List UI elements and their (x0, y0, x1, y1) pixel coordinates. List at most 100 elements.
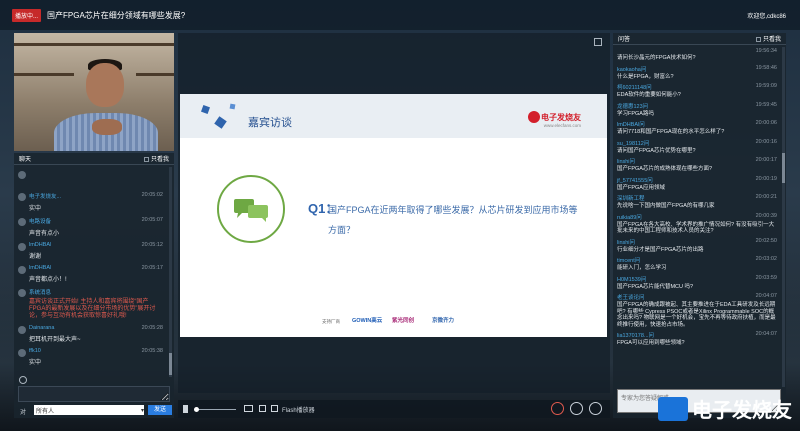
speaker-video[interactable] (14, 33, 174, 151)
camera-icon[interactable] (244, 405, 253, 412)
question-meta: 深圳新工程 20:00:21 (617, 194, 777, 202)
volume-slider[interactable] (196, 409, 236, 410)
chat-message-body: lmDHBAl 20:05:12 谢谢 (29, 242, 163, 260)
shelf (136, 73, 174, 76)
fullscreen-icon[interactable] (594, 38, 602, 46)
question-item: timcent问 20:03:02 能研入门，怎么学习 (613, 255, 780, 274)
settings-icon[interactable] (589, 402, 602, 415)
question-author[interactable]: 柯60211148问 (617, 83, 652, 91)
question-author[interactable]: lmDHBAl问 (617, 120, 645, 128)
qa-scrollbar-thumb[interactable] (782, 153, 785, 183)
chat-message-meta: 电路设备 20:05:07 (29, 217, 163, 225)
chat-message-meta: Dainarana 20:05:28 (29, 325, 163, 331)
chat-message-body: 电子发烧友... 20:05:02 实中 (29, 192, 163, 212)
chat-username[interactable]: lmDHBAl (29, 242, 51, 248)
question-author[interactable]: kaokaoha问 (617, 65, 646, 73)
top-bar: 播放中... 国产FPGA芯片在细分领域有哪些发展? 欢迎您,cdkc86 (0, 0, 800, 30)
chat-username[interactable]: 电路设备 (29, 217, 51, 225)
record-icon[interactable] (551, 402, 564, 415)
flash-icon[interactable] (271, 405, 278, 412)
question-timestamp: 20:00:21 (755, 194, 777, 200)
question-text: 学习FPGA路吗 (617, 110, 654, 117)
question-timestamp: 20:02:50 (755, 237, 777, 244)
question-author[interactable]: 老王谈论问 (617, 293, 645, 301)
question-item: 深圳新工程 20:00:21 先说啥一下国内做国产FPGA的有哪几家 (613, 193, 780, 212)
question-timestamp: 19:59:45 (755, 101, 777, 108)
question-author[interactable]: linshi问 (617, 157, 635, 165)
question-meta: H0M1539问 20:03:59 (617, 275, 777, 283)
brand-name: 电子发烧友 (541, 113, 581, 122)
emoji-icon[interactable] (19, 376, 27, 384)
question-item: 龙德惠123问 19:59:45 学习FPGA路吗 (613, 101, 780, 120)
chat-timestamp: 20:05:12 (141, 242, 163, 248)
only-mine-label: 只看我 (150, 157, 169, 163)
question-author[interactable]: linshi问 (617, 238, 635, 246)
chat-username[interactable]: 系统消息 (29, 288, 51, 296)
chat-message: 电路设备 20:05:07 声音有点小 (14, 214, 167, 239)
player-controls: Flash播放器 (178, 400, 610, 418)
question-author[interactable]: ruikia89问 (617, 213, 642, 221)
question-text: 行业细分才是国产FPGA芯片的出路 (617, 246, 704, 253)
chat-scrollbar-thumb[interactable] (169, 353, 172, 375)
share-icon[interactable] (570, 402, 583, 415)
checkbox-icon[interactable] (143, 157, 149, 162)
question-text: 国产FPGA应用领域 (617, 184, 665, 191)
chat-username[interactable]: Dainarana (29, 325, 54, 331)
chat-scrollbar[interactable] (169, 167, 172, 377)
question-meta: linshi问 20:02:50 (617, 238, 777, 246)
chat-text: 把耳机开到最大声~ (29, 337, 81, 343)
chat-message-meta: 系统消息 (29, 288, 163, 296)
sponsor-gowin: GOWIN高云 (352, 318, 383, 324)
chat-username[interactable]: 电子发烧友... (29, 192, 61, 200)
chat-message-meta: lmDHBAl 20:05:17 (29, 265, 163, 271)
question-author[interactable]: lia1370178...问 (617, 331, 654, 339)
question-timestamp: 19:56:34 (755, 48, 777, 54)
question-item: jf_57741555问 20:00:19 国产FPGA应用领域 (613, 175, 780, 194)
volume-knob[interactable] (194, 407, 199, 412)
chat-username[interactable]: ffk10 (29, 348, 41, 354)
chat-timestamp: 20:05:02 (141, 192, 163, 198)
chat-message-meta: lmDHBAl 20:05:12 (29, 242, 163, 248)
question-item: linshi问 20:02:50 行业细分才是国产FPGA芯片的出路 (613, 237, 780, 256)
question-timestamp: 20:04:07 (755, 331, 777, 337)
check-icon[interactable] (259, 405, 266, 412)
chat-message-list[interactable]: 电子发烧友... 20:05:02 实中 电路设备 20:05:07 声音有点小 lmDHB… (14, 167, 167, 377)
chat-only-mine[interactable]: 只看我 (143, 154, 169, 163)
welcome-user[interactable]: 欢迎您,cdkc86 (747, 11, 786, 20)
sponsor-hercules: 京微齐力 (432, 318, 455, 324)
avatar (18, 266, 26, 274)
slide: 嘉宾访谈 电子发烧友 www.elecfans.com Q1： 国产FPGA在近… (180, 94, 607, 337)
question-author[interactable]: 深圳新工程 (617, 194, 645, 202)
chat-message-body: Dainarana 20:05:28 把耳机开到最大声~ (29, 325, 163, 343)
question-meta: 龙德惠123问 19:59:45 (617, 102, 777, 110)
chat-username[interactable]: lmDHBAl (29, 265, 51, 271)
question-meta: 老王谈论问 20:04:07 (617, 293, 777, 301)
chat-input[interactable] (18, 386, 170, 402)
slide-title: 嘉宾访谈 (248, 117, 292, 129)
question-text: 先说啥一下国内做国产FPGA的有哪几家 (617, 203, 715, 209)
speaker-hands (92, 119, 122, 135)
qa-title: 问答 (618, 37, 631, 43)
question-author[interactable]: jf_57741555问 (617, 176, 653, 184)
recipient-select[interactable]: 所有人 ▾ (34, 405, 144, 415)
qa-only-mine[interactable]: 只看我 (755, 34, 781, 43)
chat-timestamp: 20:05:38 (141, 348, 163, 354)
watermark-logo-icon (658, 396, 688, 421)
question-meta: lmDHBAl问 20:00:06 (617, 120, 777, 128)
live-badge: 播放中... (12, 8, 42, 22)
question-author[interactable]: su_198112问 (617, 139, 649, 147)
qa-list[interactable]: 19:56:34 请问长沙晶元的FPGA技术如何? kaokaoha问 19:58:4… (613, 47, 780, 387)
question-author[interactable]: H0M1539问 (617, 275, 646, 283)
chat-timestamp: 20:05:17 (141, 265, 163, 271)
question-timestamp: 20:00:19 (755, 175, 777, 182)
question-text: 能研入门，怎么学习 (617, 265, 667, 271)
chat-header: 聊天 只看我 (14, 153, 174, 165)
chat-bubbles-icon (234, 199, 268, 222)
volume-icon[interactable] (183, 405, 191, 413)
checkbox-icon[interactable] (755, 37, 761, 42)
speaker-head (86, 63, 124, 107)
send-button[interactable]: 发送 (148, 405, 172, 415)
question-author[interactable]: timcent问 (617, 256, 640, 264)
qa-scrollbar[interactable] (782, 47, 785, 387)
question-author[interactable]: 龙德惠123问 (617, 102, 648, 110)
